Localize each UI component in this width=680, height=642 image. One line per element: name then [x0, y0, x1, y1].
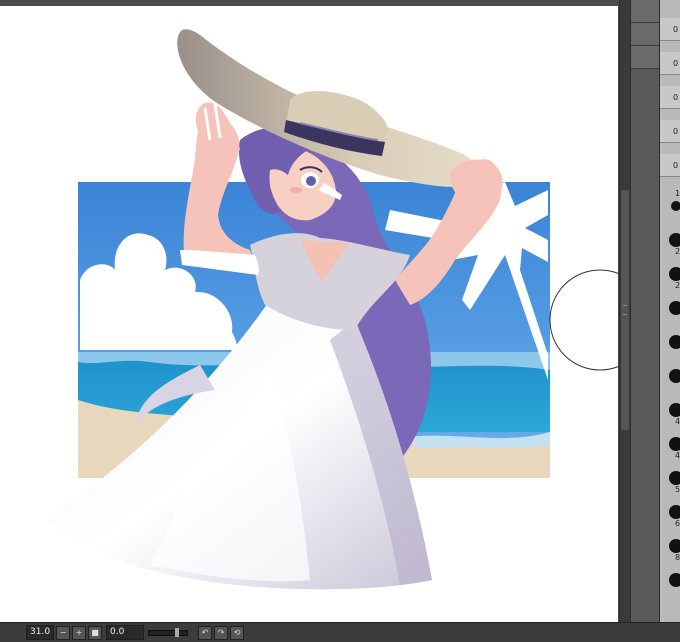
workspace: 0 0 0 0 0 1 2 2 4 4 5 6 8 31.0 − + ■ 0.0…	[0, 0, 680, 642]
brush-size-cell[interactable]: 0	[660, 86, 680, 109]
zoom-out-button[interactable]: −	[56, 625, 71, 640]
fit-view-button[interactable]: ■	[88, 625, 103, 640]
brush-size-preset[interactable]: 1	[660, 190, 680, 216]
rotation-field[interactable]: 0.0	[106, 625, 145, 640]
brush-dot-icon	[669, 403, 680, 417]
brush-dot-icon	[671, 201, 680, 211]
brush-size-label: 6	[675, 519, 680, 528]
panel-cell[interactable]	[631, 46, 659, 69]
brush-size-cell[interactable]: 0	[660, 120, 680, 143]
brush-size-label: 2	[675, 247, 680, 256]
brush-size-label: 0	[673, 161, 679, 170]
rotate-right-icon: ↷	[217, 628, 225, 637]
brush-size-panel: 0 0 0 0 0 1 2 2 4 4 5 6 8	[659, 0, 680, 630]
status-bar: 31.0 − + ■ 0.0 ↶ ↷ ⟲	[0, 622, 680, 642]
brush-dot-icon	[669, 267, 680, 281]
brush-dot-icon	[669, 233, 680, 247]
brush-dot-icon	[669, 369, 680, 383]
brush-size-label: 0	[673, 59, 679, 68]
zoom-field[interactable]: 31.0	[26, 625, 55, 640]
canvas-area[interactable]	[0, 0, 622, 622]
rotate-left-button[interactable]: ↶	[198, 625, 213, 640]
brush-size-cell[interactable]: 0	[660, 52, 680, 75]
brush-dot-icon	[669, 505, 680, 519]
brush-dot-icon	[669, 573, 680, 587]
brush-size-label: 0	[673, 127, 679, 136]
minus-icon: −	[59, 628, 67, 637]
brush-size-preset[interactable]	[660, 332, 680, 352]
brush-size-label: 1	[675, 189, 680, 198]
panel-cell[interactable]	[631, 23, 659, 46]
brush-size-label: 4	[675, 451, 680, 460]
vertical-scrollbar[interactable]	[619, 0, 630, 630]
brush-size-preset[interactable]: 2	[660, 230, 680, 256]
brush-size-label: 8	[675, 553, 680, 562]
brush-size-label: 0	[673, 93, 679, 102]
rotate-right-button[interactable]: ↷	[214, 625, 229, 640]
brush-size-preset[interactable]: 4	[660, 434, 680, 460]
brush-size-cell[interactable]: 0	[660, 154, 680, 177]
side-panel-strip	[630, 0, 660, 630]
rotate-left-icon: ↶	[201, 628, 209, 637]
panel-cell[interactable]	[631, 0, 659, 23]
plus-icon: +	[75, 628, 83, 637]
zoom-in-button[interactable]: +	[72, 625, 87, 640]
reset-icon: ⟲	[233, 628, 241, 637]
reset-rotation-button[interactable]: ⟲	[230, 625, 245, 640]
brush-size-preset[interactable]: 2	[660, 264, 680, 290]
grip-icon	[623, 305, 627, 315]
brush-size-label: 2	[675, 281, 680, 290]
artwork[interactable]	[0, 0, 622, 622]
brush-size-label: 5	[675, 485, 680, 494]
brush-size-label: 0	[673, 25, 679, 34]
brush-dot-icon	[669, 437, 680, 451]
brush-size-preset[interactable]	[660, 570, 680, 590]
brush-size-preset[interactable]: 5	[660, 468, 680, 494]
brush-size-preset[interactable]: 6	[660, 502, 680, 528]
brush-size-preset[interactable]	[660, 366, 680, 386]
rotation-slider[interactable]	[148, 627, 189, 637]
brush-cursor-circle-cursor-icon	[549, 269, 622, 371]
brush-dot-icon	[669, 335, 680, 349]
brush-size-cell[interactable]: 0	[660, 18, 680, 41]
square-icon: ■	[91, 628, 99, 637]
brush-dot-icon	[669, 471, 680, 485]
brush-size-preset[interactable]	[660, 298, 680, 318]
brush-size-preset[interactable]: 4	[660, 400, 680, 426]
brush-dot-icon	[669, 301, 680, 315]
brush-size-label: 4	[675, 417, 680, 426]
brush-size-preset[interactable]: 8	[660, 536, 680, 562]
brush-dot-icon	[669, 539, 680, 553]
